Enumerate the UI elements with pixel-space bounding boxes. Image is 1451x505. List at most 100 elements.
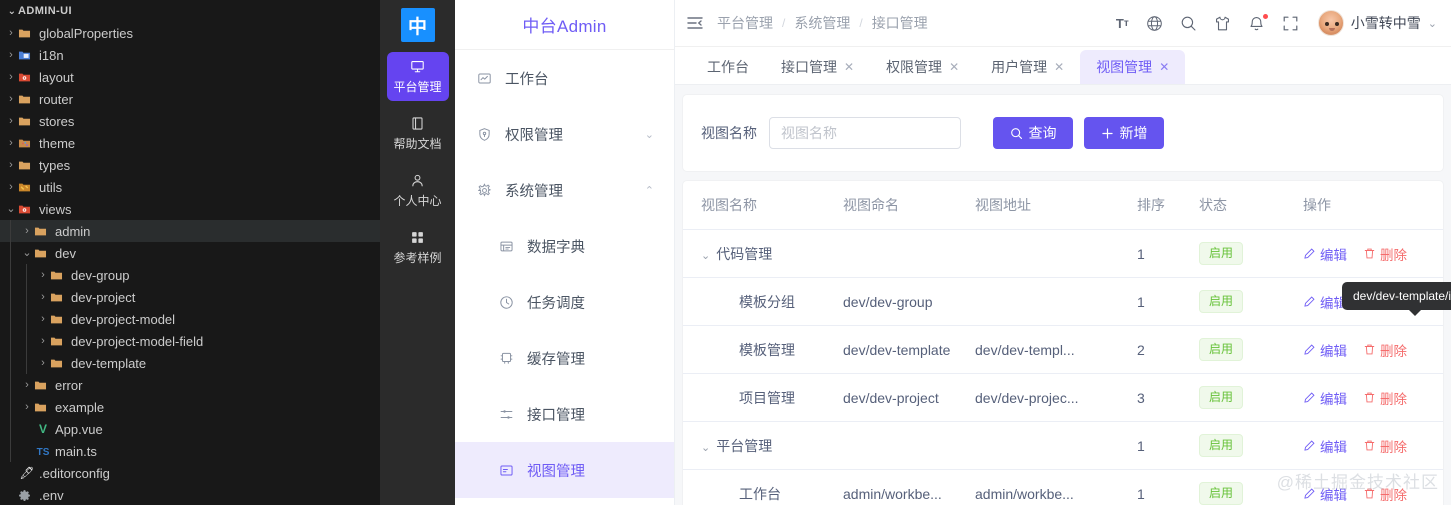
rail-item-1[interactable]: 平台管理 [386, 52, 449, 101]
tree-folder-item[interactable]: › globalProperties [0, 22, 380, 44]
edit-button[interactable]: 编辑 [1303, 484, 1347, 504]
theme-shirt-icon[interactable] [1214, 15, 1231, 32]
tree-folder-item[interactable]: › dev-project-model [0, 308, 380, 330]
tree-folder-item[interactable]: › i18n [0, 44, 380, 66]
edit-button[interactable]: 编辑 [1303, 388, 1347, 408]
chevron-right-icon[interactable]: › [36, 313, 50, 325]
close-icon[interactable]: ✕ [1159, 60, 1169, 74]
tree-file-item[interactable]: V App.vue [0, 418, 380, 440]
chevron-right-icon[interactable]: › [4, 27, 18, 39]
rail-item-3[interactable]: 个人中心 [387, 166, 449, 215]
chevron-right-icon[interactable]: › [20, 379, 34, 391]
table-row[interactable]: 工作台 admin/workbe... admin/workbe... 1 启用 编辑 删除 [683, 469, 1443, 505]
delete-button[interactable]: 删除 [1363, 484, 1407, 504]
tree-folder-item[interactable]: › admin [0, 220, 380, 242]
rail-item-4[interactable]: 参考样例 [387, 223, 449, 272]
tree-folder-item[interactable]: › error [0, 374, 380, 396]
user-menu[interactable]: 小雪转中雪 ⌄ [1317, 10, 1437, 36]
edit-button[interactable]: 编辑 [1303, 340, 1347, 360]
tree-folder-item[interactable]: ⌄ dev [0, 242, 380, 264]
tree-folder-item[interactable]: › stores [0, 110, 380, 132]
breadcrumb-item-3[interactable]: 接口管理 [872, 13, 928, 33]
chevron-down-icon[interactable]: ⌄ [701, 441, 710, 454]
tree-folder-item[interactable]: › utils [0, 176, 380, 198]
tree-folder-item[interactable]: › dev-project-model-field [0, 330, 380, 352]
menu-item-2[interactable]: 权限管理 ⌄ [455, 106, 674, 162]
chevron-right-icon[interactable]: › [20, 401, 34, 413]
explorer-title-bar[interactable]: ⌄ ADMIN-UI [0, 0, 380, 22]
close-icon[interactable]: ✕ [844, 60, 854, 74]
delete-button[interactable]: 删除 [1363, 388, 1407, 408]
search-button[interactable]: 查询 [993, 117, 1073, 149]
tree-file-item[interactable]: 🖋 .editorconfig [0, 462, 380, 484]
delete-button[interactable]: 删除 [1363, 340, 1407, 360]
tree-folder-item[interactable]: ⌄ views [0, 198, 380, 220]
font-size-icon[interactable]: Tт [1116, 16, 1129, 31]
tab-3[interactable]: 权限管理 ✕ [870, 50, 975, 84]
delete-button[interactable]: 删除 [1363, 436, 1407, 456]
tab-5[interactable]: 视图管理 ✕ [1080, 50, 1186, 84]
chevron-right-icon[interactable]: › [4, 181, 18, 193]
tree-folder-item[interactable]: › dev-project [0, 286, 380, 308]
chevron-right-icon[interactable]: › [36, 335, 50, 347]
delete-button[interactable]: 删除 [1363, 244, 1407, 264]
menu-item-3[interactable]: 系统管理 ⌃ [455, 162, 674, 218]
search-input[interactable] [769, 117, 961, 149]
chevron-right-icon[interactable]: › [36, 291, 50, 303]
tree-file-item[interactable]: TS main.ts [0, 440, 380, 462]
search-icon[interactable] [1180, 15, 1197, 32]
menu-item-1[interactable]: 工作台 [455, 50, 674, 106]
tab-4[interactable]: 用户管理 ✕ [975, 50, 1080, 84]
table-row[interactable]: 模板分组dev/dev-group1启用编辑删除 [683, 277, 1443, 326]
table-row[interactable]: ⌄ 平台管理 1 启用 编辑 删除 [683, 421, 1443, 470]
chevron-down-icon[interactable]: ⌄ [4, 203, 18, 215]
tree-folder-item[interactable]: › router [0, 88, 380, 110]
tree-folder-item[interactable]: › theme [0, 132, 380, 154]
menu-item-4[interactable]: 数据字典 [455, 218, 674, 274]
tree-file-item[interactable]: .env [0, 484, 380, 505]
app-logo[interactable]: 中 [400, 8, 435, 42]
table-row[interactable]: 模板管理 dev/dev-template dev/dev-templ... 2 启用 编… [683, 325, 1443, 374]
menu-item-6[interactable]: 缓存管理 [455, 330, 674, 386]
chevron-right-icon[interactable]: › [36, 269, 50, 281]
table-row[interactable]: 项目管理 dev/dev-project dev/dev-projec... 3 启用 编… [683, 373, 1443, 422]
chevron-down-icon[interactable]: ⌄ [20, 247, 34, 259]
table-row[interactable]: ⌄ 代码管理 1 启用 编辑 删除 [683, 229, 1443, 278]
chevron-down-icon[interactable]: ⌄ [701, 249, 710, 262]
edit-button[interactable]: 编辑 [1303, 436, 1347, 456]
close-icon[interactable]: ✕ [949, 60, 959, 74]
menu-item-7[interactable]: 接口管理 [455, 386, 674, 442]
add-button[interactable]: 新增 [1084, 117, 1164, 149]
language-icon[interactable] [1146, 15, 1163, 32]
menu-item-5[interactable]: 任务调度 [455, 274, 674, 330]
tree-folder-item[interactable]: › dev-template [0, 352, 380, 374]
chevron-right-icon[interactable]: › [20, 225, 34, 237]
chevron-down-icon[interactable]: ⌄ [1428, 17, 1437, 30]
chevron-down-icon[interactable]: ⌄ [645, 128, 654, 141]
close-icon[interactable]: ✕ [1054, 60, 1064, 74]
tab-1[interactable]: 工作台 [691, 50, 765, 84]
menu-fold-icon[interactable] [687, 15, 703, 31]
edit-button[interactable]: 编辑 [1303, 292, 1347, 312]
tree-folder-item[interactable]: › layout [0, 66, 380, 88]
chevron-right-icon[interactable]: › [4, 49, 18, 61]
chevron-right-icon[interactable]: › [4, 159, 18, 171]
notification-bell-icon[interactable] [1248, 13, 1268, 32]
chevron-right-icon[interactable]: › [4, 115, 18, 127]
chevron-right-icon[interactable]: › [4, 71, 18, 83]
tab-2[interactable]: 接口管理 ✕ [765, 50, 870, 84]
tree-folder-item[interactable]: › dev-group [0, 264, 380, 286]
chevron-right-icon[interactable]: › [4, 137, 18, 149]
chevron-up-icon[interactable]: ⌃ [645, 184, 654, 197]
chevron-right-icon[interactable]: › [36, 357, 50, 369]
breadcrumb-item-1[interactable]: 平台管理 [717, 13, 773, 33]
fullscreen-icon[interactable] [1282, 15, 1299, 32]
chevron-right-icon[interactable]: › [4, 93, 18, 105]
breadcrumb-item-2[interactable]: 系统管理 [794, 13, 850, 33]
menu-item-8[interactable]: 视图管理 [455, 442, 674, 498]
chevron-down-icon[interactable]: ⌄ [6, 6, 18, 17]
rail-item-2[interactable]: 帮助文档 [387, 109, 449, 158]
tree-folder-item[interactable]: › example [0, 396, 380, 418]
edit-button[interactable]: 编辑 [1303, 244, 1347, 264]
tree-folder-item[interactable]: › types [0, 154, 380, 176]
